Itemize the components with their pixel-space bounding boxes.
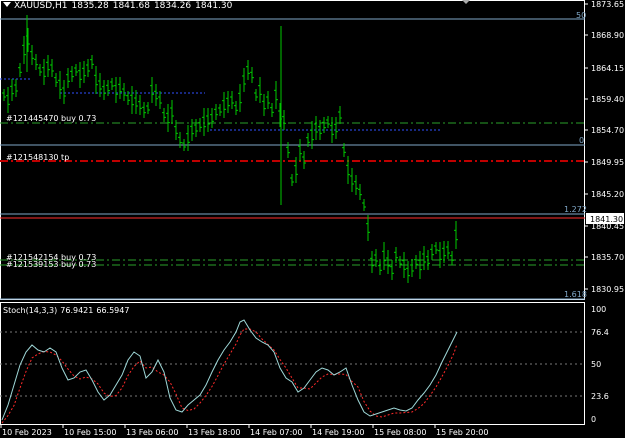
stoch-signal-value: 66.5947 xyxy=(96,306,130,315)
price-axis-label: 1830.95 xyxy=(591,285,624,294)
time-axis-label: 10 Feb 2023 xyxy=(2,428,52,437)
time-axis-label: 14 Feb 19:00 xyxy=(312,428,364,437)
stoch-axis-label: 23.6 xyxy=(591,392,609,401)
time-axis-label: 15 Feb 08:00 xyxy=(374,428,426,437)
stoch-header: Stoch(14,3,3) 76.9421 66.5947 xyxy=(3,306,132,315)
price-axis-label: 1864.15 xyxy=(591,64,624,73)
price-axis[interactable]: 1873.65 1868.90 1864.15 1859.40 1854.70 … xyxy=(585,0,624,294)
stoch-axis-label: 0 xyxy=(591,415,596,424)
chart-canvas[interactable]: #121445470 buy 0.73 #121548130 tp #12154… xyxy=(0,0,625,438)
stoch-axis-label: 100 xyxy=(591,305,606,314)
price-bars xyxy=(2,15,458,283)
price-axis-label: 1854.70 xyxy=(591,126,624,135)
fib-label-0: 0 xyxy=(579,136,584,145)
price-axis-label: 1873.65 xyxy=(591,0,624,9)
time-axis-label: 13 Feb 18:00 xyxy=(188,428,240,437)
sell-arrow-icon xyxy=(462,0,470,4)
stoch-main-line xyxy=(1,319,458,421)
stoch-title: Stoch(14,3,3) xyxy=(3,306,58,315)
time-axis-label: 13 Feb 06:00 xyxy=(126,428,178,437)
chart-header: XAUUSD,H1 1835.28 1841.68 1834.26 1841.30 xyxy=(3,1,236,11)
time-axis-label: 15 Feb 20:00 xyxy=(436,428,488,437)
fib-label-1272: 1.272 xyxy=(564,205,587,214)
order-label-tp-a: #121548130 tp xyxy=(6,153,69,162)
ohlc-open: 1835.28 xyxy=(71,1,109,11)
price-axis-label: 1859.40 xyxy=(591,95,624,104)
ohlc-low: 1834.26 xyxy=(153,1,192,11)
order-label-121445470: #121445470 buy 0.73 xyxy=(6,114,96,123)
stoch-axis: 100 76.4 50 23.6 0 xyxy=(591,305,609,424)
price-axis-label: 1845.20 xyxy=(591,190,624,199)
symbol-timeframe[interactable]: XAUUSD,H1 xyxy=(14,1,68,11)
time-axis[interactable]: 10 Feb 2023 10 Feb 15:00 13 Feb 06:00 13… xyxy=(0,425,488,437)
ohlc-close: 1841.30 xyxy=(195,1,233,11)
stoch-axis-label: 50 xyxy=(591,360,601,369)
price-axis-label: 1868.90 xyxy=(591,31,624,40)
price-axis-label: 1835.70 xyxy=(591,253,624,262)
order-label-121539153: #121539153 buy 0.73 xyxy=(6,260,96,269)
fib-label-50: 50 xyxy=(576,11,586,20)
stoch-axis-label: 76.4 xyxy=(591,328,609,337)
dropdown-arrow-icon[interactable] xyxy=(3,2,11,7)
fib-label-1618: 1.618 xyxy=(564,290,587,299)
time-axis-label: 14 Feb 07:00 xyxy=(250,428,302,437)
stoch-main-value: 76.9421 xyxy=(60,306,94,315)
time-axis-label: 10 Feb 15:00 xyxy=(64,428,116,437)
ohlc-high: 1841.68 xyxy=(112,1,150,11)
current-price-tag-text: 1841.30 xyxy=(590,215,623,224)
price-axis-label: 1849.95 xyxy=(591,158,624,167)
